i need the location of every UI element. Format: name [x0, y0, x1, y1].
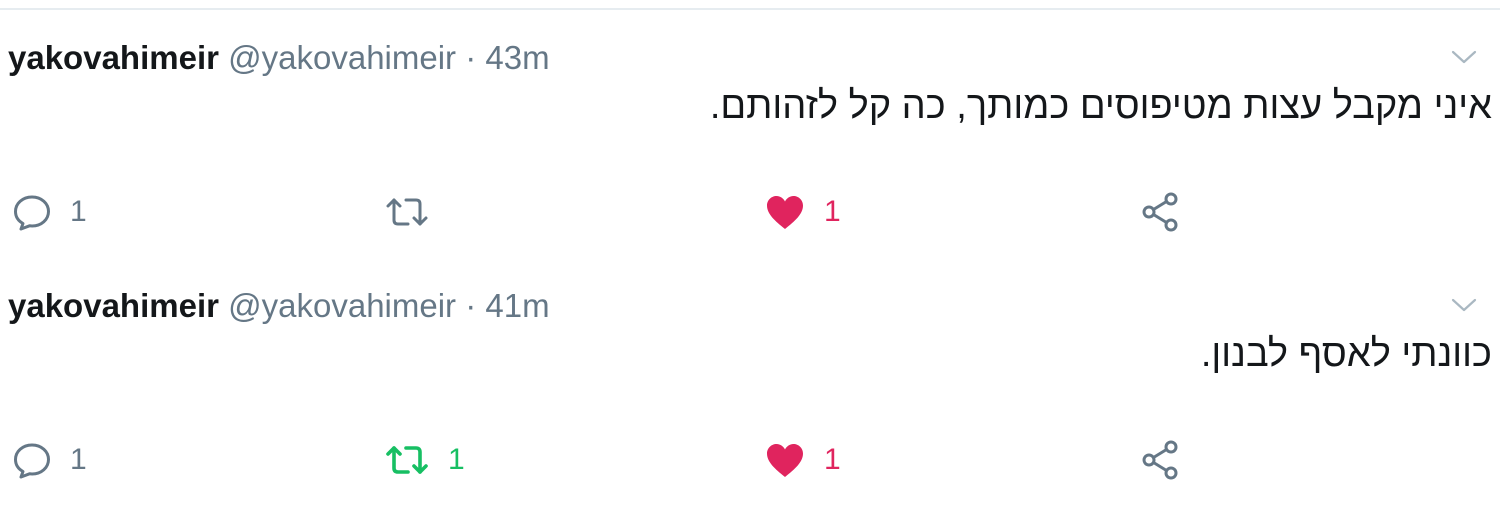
author-handle[interactable]: @yakovahimeir — [228, 287, 456, 324]
author-name[interactable]: yakovahimeir — [8, 39, 219, 76]
heart-icon — [764, 440, 806, 480]
share-icon — [1140, 191, 1182, 233]
reply-icon — [12, 440, 52, 480]
like-button[interactable]: 1 — [764, 438, 841, 482]
retweet-icon — [384, 440, 430, 480]
retweet-button[interactable] — [384, 190, 448, 234]
tweet-header: yakovahimeir @yakovahimeir · 43m — [8, 38, 550, 78]
header-separator: · — [465, 287, 477, 324]
reply-icon — [12, 192, 52, 232]
author-handle[interactable]: @yakovahimeir — [228, 39, 456, 76]
tweet-header: yakovahimeir @yakovahimeir · 41m — [8, 286, 550, 326]
heart-icon — [764, 192, 806, 232]
like-count: 1 — [824, 443, 841, 476]
chevron-down-icon[interactable] — [1450, 296, 1478, 314]
share-icon — [1140, 439, 1182, 481]
tweet-timestamp[interactable]: 43m — [485, 39, 549, 76]
reply-count: 1 — [70, 443, 87, 476]
tweet-text: איני מקבל עצות מטיפוסים כמותך, כה קל לזה… — [709, 85, 1492, 127]
like-button[interactable]: 1 — [764, 190, 841, 234]
share-button[interactable] — [1140, 438, 1182, 482]
header-separator: · — [465, 39, 477, 76]
tweet-text: כוונתי לאסף לבנון. — [1200, 333, 1492, 375]
retweet-icon — [384, 192, 430, 232]
share-button[interactable] — [1140, 190, 1182, 234]
reply-button[interactable]: 1 — [12, 438, 87, 482]
chevron-down-icon[interactable] — [1450, 48, 1478, 66]
tweet-timestamp[interactable]: 41m — [485, 287, 549, 324]
like-count: 1 — [824, 195, 841, 228]
tweet[interactable]: yakovahimeir @yakovahimeir · 43m איני מק… — [0, 10, 1500, 259]
author-name[interactable]: yakovahimeir — [8, 287, 219, 324]
tweet[interactable]: yakovahimeir @yakovahimeir · 41m כוונתי … — [0, 258, 1500, 507]
reply-button[interactable]: 1 — [12, 190, 87, 234]
retweet-button[interactable]: 1 — [384, 438, 465, 482]
reply-count: 1 — [70, 195, 87, 228]
retweet-count: 1 — [448, 443, 465, 476]
